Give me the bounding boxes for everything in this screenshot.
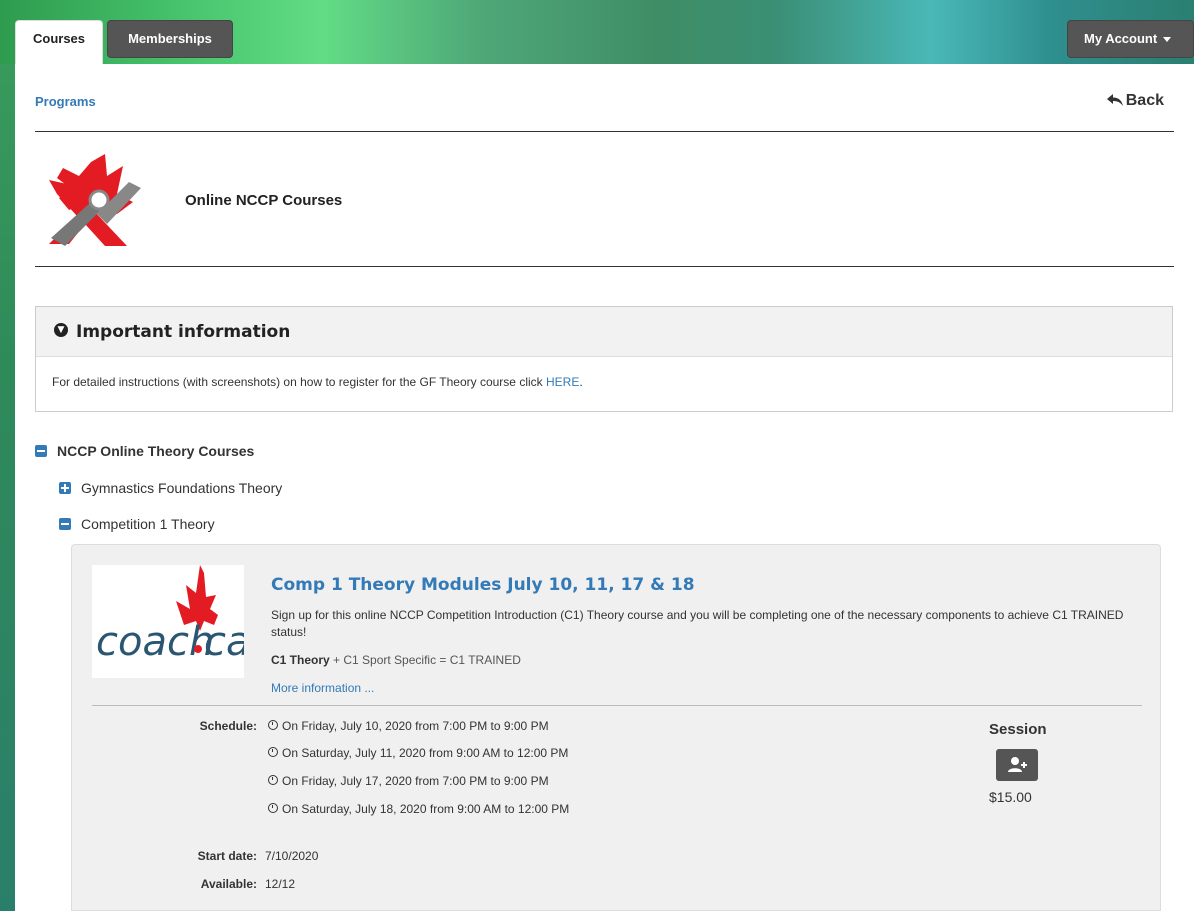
tab-courses[interactable]: Courses xyxy=(15,20,103,64)
session-price: $15.00 xyxy=(989,789,1032,805)
important-info-body: For detailed instructions (with screensh… xyxy=(36,357,1172,407)
schedule-item: On Friday, July 17, 2020 from 7:00 PM to… xyxy=(268,774,549,788)
tree-node-label: Competition 1 Theory xyxy=(81,516,215,532)
available-label: Available: xyxy=(200,877,257,891)
breadcrumb-programs[interactable]: Programs xyxy=(35,94,96,109)
add-user-button[interactable] xyxy=(996,749,1038,781)
program-title: Online NCCP Courses xyxy=(185,192,343,209)
schedule-label: Schedule: xyxy=(199,719,257,733)
coach-logo-text: coach xyxy=(96,619,214,665)
schedule-item: On Saturday, July 18, 2020 from 9:00 AM … xyxy=(268,802,569,816)
tree-node-label: NCCP Online Theory Courses xyxy=(57,443,255,459)
expand-icon[interactable] xyxy=(59,482,71,494)
my-account-label: My Account xyxy=(1084,31,1158,46)
reply-arrow-icon xyxy=(1106,94,1123,106)
available-value: 12/12 xyxy=(265,877,296,891)
start-date-label: Start date: xyxy=(197,849,257,863)
session-heading: Session xyxy=(989,721,1047,738)
important-info-header[interactable]: ▼ Important information xyxy=(36,307,1172,357)
divider xyxy=(92,705,1142,706)
info-text: For detailed instructions (with screensh… xyxy=(52,375,546,389)
course-description: Sign up for this online NCCP Competition… xyxy=(271,608,1124,639)
important-info-heading: Important information xyxy=(76,322,291,342)
ca-logo-text: ca xyxy=(204,619,244,665)
divider xyxy=(35,131,1174,132)
collapse-icon[interactable] xyxy=(35,445,47,457)
caret-down-icon xyxy=(1163,37,1172,43)
clock-icon xyxy=(268,775,278,785)
content-panel: Programs Back Online NCCP Courses ▼ Impor… xyxy=(15,64,1194,911)
maple-leaf-icon: coach ca xyxy=(96,565,251,665)
info-text-end: . xyxy=(579,375,583,389)
formula-bold: C1 Theory xyxy=(271,653,330,667)
gymnastics-logo xyxy=(49,154,141,246)
course-card: coach ca Comp 1 Theory Modules July 10, … xyxy=(71,544,1161,911)
top-nav-bar: Courses Memberships My Account xyxy=(0,0,1194,64)
schedule-item: On Saturday, July 11, 2020 from 9:00 AM … xyxy=(268,746,568,760)
coach-ca-logo: coach ca xyxy=(92,565,251,678)
clock-icon xyxy=(268,803,278,813)
tab-memberships[interactable]: Memberships xyxy=(107,20,233,58)
back-button[interactable]: Back xyxy=(1106,92,1164,110)
divider xyxy=(35,266,1174,267)
my-account-dropdown[interactable]: My Account xyxy=(1067,20,1194,58)
tree-node-label: Gymnastics Foundations Theory xyxy=(81,480,283,496)
tree-node-gymnastics-foundations[interactable]: Gymnastics Foundations Theory xyxy=(59,480,282,496)
important-info-panel: ▼ Important information For detailed inst… xyxy=(35,306,1173,412)
formula-rest: + C1 Sport Specific = C1 TRAINED xyxy=(329,653,521,667)
course-title-link[interactable]: Comp 1 Theory Modules July 10, 11, 17 & … xyxy=(271,575,695,595)
clock-icon xyxy=(268,720,278,730)
here-link[interactable]: HERE xyxy=(546,375,579,389)
start-date-value: 7/10/2020 xyxy=(265,849,319,863)
back-label: Back xyxy=(1125,92,1164,109)
collapse-icon[interactable] xyxy=(59,518,71,530)
tree-node-nccp-online-theory[interactable]: NCCP Online Theory Courses xyxy=(35,443,254,459)
tree-node-competition-1[interactable]: Competition 1 Theory xyxy=(59,516,215,532)
clock-icon xyxy=(268,747,278,757)
chevron-down-circle-icon: ▼ xyxy=(54,323,68,337)
more-information-link[interactable]: More information ... xyxy=(271,681,374,695)
schedule-item: On Friday, July 10, 2020 from 7:00 PM to… xyxy=(268,719,549,733)
course-formula: C1 Theory + C1 Sport Specific = C1 TRAIN… xyxy=(271,653,521,667)
add-user-icon xyxy=(1008,757,1027,772)
